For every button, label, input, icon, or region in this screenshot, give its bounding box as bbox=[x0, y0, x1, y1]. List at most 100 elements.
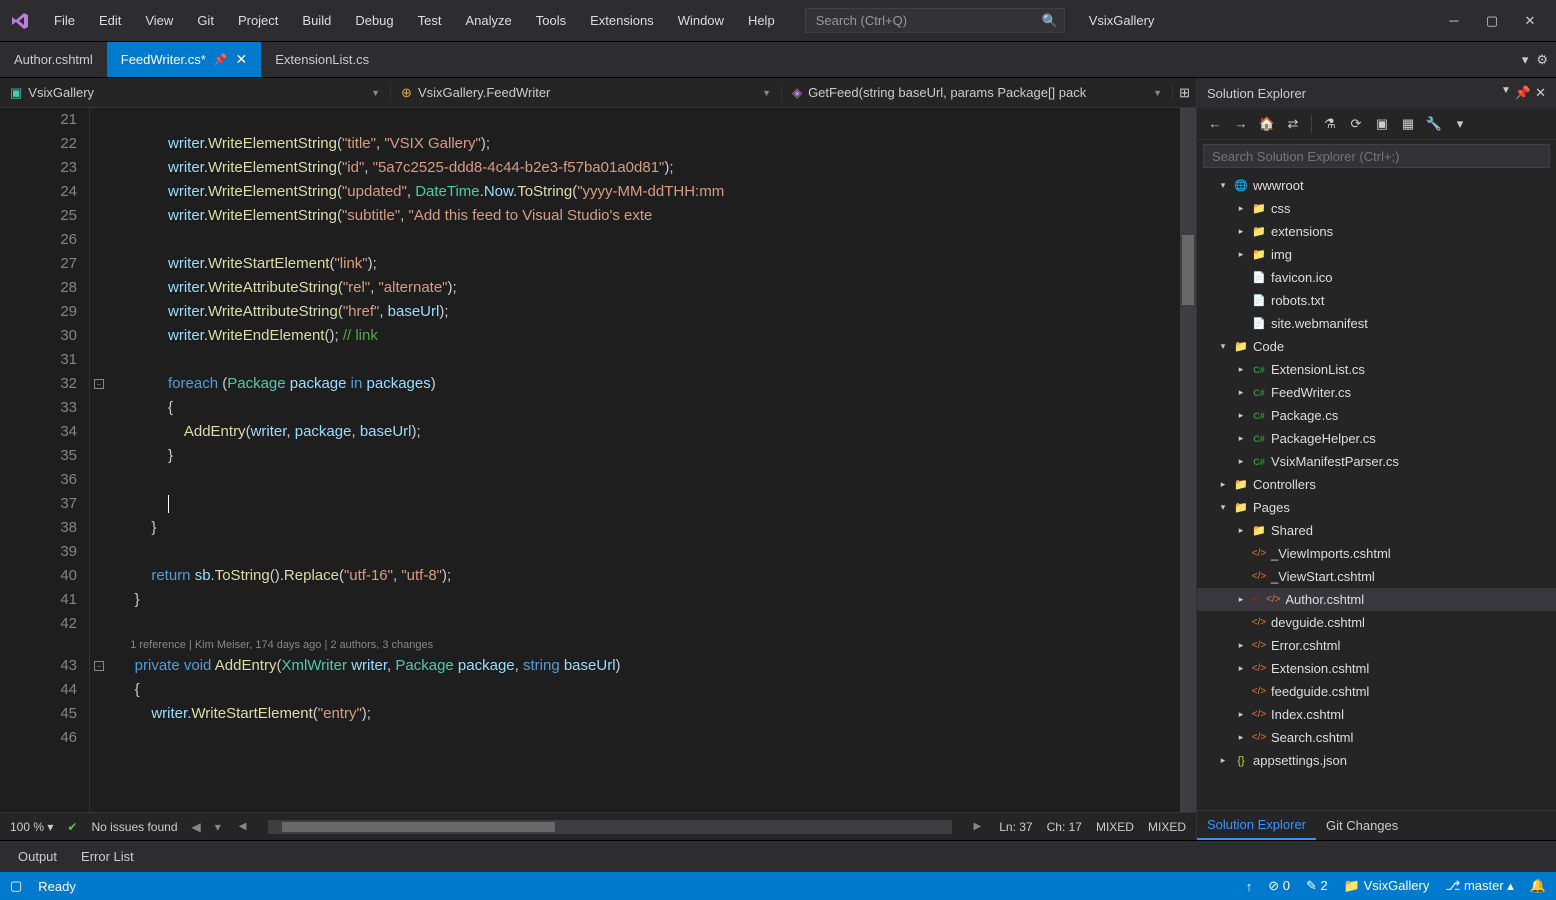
tree-item[interactable]: ▾🌐wwwroot bbox=[1197, 174, 1556, 197]
tree-item[interactable]: ▸{}appsettings.json bbox=[1197, 749, 1556, 772]
code-line[interactable] bbox=[110, 492, 1180, 516]
code-line[interactable]: writer.WriteAttributeString("rel", "alte… bbox=[110, 276, 1180, 300]
tool-window-tab[interactable]: Output bbox=[6, 841, 69, 872]
tree-item[interactable]: ▾📁Code bbox=[1197, 335, 1556, 358]
tree-item[interactable]: ▸</>Extension.cshtml bbox=[1197, 657, 1556, 680]
tree-item[interactable]: ▸✓</>Author.cshtml bbox=[1197, 588, 1556, 611]
nav-class-dropdown[interactable]: ⊕ VsixGallery.FeedWriter ▼ bbox=[391, 85, 782, 101]
warning-count[interactable]: ✎ 2 bbox=[1306, 878, 1328, 894]
menu-file[interactable]: File bbox=[44, 7, 85, 34]
menu-edit[interactable]: Edit bbox=[89, 7, 131, 34]
code-line[interactable]: writer.WriteStartElement("link"); bbox=[110, 252, 1180, 276]
nav-next-icon[interactable]: ▾ bbox=[215, 820, 221, 834]
code-line[interactable] bbox=[110, 108, 1180, 132]
code-line[interactable]: AddEntry(writer, package, baseUrl); bbox=[110, 420, 1180, 444]
pin-icon[interactable]: 📌 bbox=[214, 53, 228, 66]
code-line[interactable]: { bbox=[110, 396, 1180, 420]
zoom-dropdown[interactable]: 100 % ▾ bbox=[10, 820, 53, 834]
branch-name[interactable]: ⎇ master ▴ bbox=[1445, 878, 1513, 894]
vertical-scrollbar[interactable] bbox=[1180, 108, 1196, 812]
solution-search[interactable] bbox=[1197, 140, 1556, 172]
collapse-icon[interactable]: ▣ bbox=[1370, 112, 1394, 136]
add-to-source-icon[interactable]: ↑ bbox=[1246, 879, 1253, 894]
code-line[interactable]: writer.WriteEndElement(); // link bbox=[110, 324, 1180, 348]
code-line[interactable]: } bbox=[110, 588, 1180, 612]
tree-item[interactable]: ▸📁img bbox=[1197, 243, 1556, 266]
tree-expander[interactable]: ▸ bbox=[1235, 640, 1247, 651]
tree-item[interactable]: ▸</>Index.cshtml bbox=[1197, 703, 1556, 726]
repo-name[interactable]: 📁 VsixGallery bbox=[1344, 878, 1430, 894]
code-line[interactable] bbox=[110, 468, 1180, 492]
tree-item[interactable]: ▸📁css bbox=[1197, 197, 1556, 220]
tree-item[interactable]: ▸C#Package.cs bbox=[1197, 404, 1556, 427]
menu-window[interactable]: Window bbox=[668, 7, 734, 34]
code-line[interactable]: } bbox=[110, 444, 1180, 468]
tree-item[interactable]: ▸C#FeedWriter.cs bbox=[1197, 381, 1556, 404]
tree-expander[interactable]: ▾ bbox=[1217, 341, 1229, 352]
tree-item[interactable]: </>feedguide.cshtml bbox=[1197, 680, 1556, 703]
code-editor[interactable]: 2122232425262728293031323334353637383940… bbox=[0, 108, 1196, 812]
code-line[interactable]: writer.WriteElementString("title", "VSIX… bbox=[110, 132, 1180, 156]
tree-item[interactable]: ▸📁Shared bbox=[1197, 519, 1556, 542]
tool-window-tab[interactable]: Error List bbox=[69, 841, 146, 872]
tree-item[interactable]: ▸📁Controllers bbox=[1197, 473, 1556, 496]
code-line[interactable] bbox=[110, 726, 1180, 750]
code-line[interactable]: writer.WriteElementString("updated", Dat… bbox=[110, 180, 1180, 204]
tree-expander[interactable]: ▸ bbox=[1235, 433, 1247, 444]
switch-view-icon[interactable]: ⇄ bbox=[1281, 112, 1305, 136]
tree-expander[interactable]: ▸ bbox=[1235, 364, 1247, 375]
menu-git[interactable]: Git bbox=[187, 7, 224, 34]
code-line[interactable]: } bbox=[110, 516, 1180, 540]
home-icon[interactable]: 🏠 bbox=[1255, 112, 1279, 136]
code-line[interactable]: return sb.ToString().Replace("utf-16", "… bbox=[110, 564, 1180, 588]
tree-expander[interactable]: ▸ bbox=[1235, 525, 1247, 536]
tree-expander[interactable]: ▾ bbox=[1217, 502, 1229, 513]
tree-item[interactable]: </>_ViewImports.cshtml bbox=[1197, 542, 1556, 565]
menu-tools[interactable]: Tools bbox=[526, 7, 576, 34]
code-line[interactable]: writer.WriteElementString("subtitle", "A… bbox=[110, 204, 1180, 228]
tree-expander[interactable]: ▸ bbox=[1217, 755, 1229, 766]
tree-item[interactable]: </>_ViewStart.cshtml bbox=[1197, 565, 1556, 588]
tree-expander[interactable]: ▸ bbox=[1235, 663, 1247, 674]
menu-help[interactable]: Help bbox=[738, 7, 785, 34]
tree-item[interactable]: ▾📁Pages bbox=[1197, 496, 1556, 519]
solution-tree[interactable]: ▾🌐wwwroot▸📁css▸📁extensions▸📁img📄favicon.… bbox=[1197, 172, 1556, 810]
tree-expander[interactable]: ▸ bbox=[1235, 456, 1247, 467]
panel-dropdown-icon[interactable]: ▼ bbox=[1501, 85, 1511, 101]
hscroll-right[interactable]: ▶ bbox=[970, 821, 986, 832]
menu-extensions[interactable]: Extensions bbox=[580, 7, 664, 34]
error-count[interactable]: ⊘ 0 bbox=[1268, 878, 1290, 894]
code-line[interactable] bbox=[110, 348, 1180, 372]
code-line[interactable] bbox=[110, 612, 1180, 636]
quick-search[interactable]: Search (Ctrl+Q) 🔍 bbox=[805, 8, 1065, 33]
forward-icon[interactable]: → bbox=[1229, 112, 1253, 136]
nav-project-dropdown[interactable]: ▣ VsixGallery ▼ bbox=[0, 85, 391, 101]
menu-debug[interactable]: Debug bbox=[345, 7, 403, 34]
close-window-button[interactable]: ✕ bbox=[1520, 11, 1540, 31]
tree-expander[interactable]: ▸ bbox=[1235, 249, 1247, 260]
tree-expander[interactable]: ▸ bbox=[1235, 387, 1247, 398]
sync-icon[interactable]: ⟳ bbox=[1344, 112, 1368, 136]
tree-expander[interactable]: ▸ bbox=[1235, 410, 1247, 421]
filter-icon[interactable]: ⚗ bbox=[1318, 112, 1342, 136]
doc-tab[interactable]: Author.cshtml bbox=[0, 42, 107, 77]
tab-overflow-icon[interactable]: ▾ bbox=[1522, 52, 1529, 68]
tree-item[interactable]: 📄favicon.ico bbox=[1197, 266, 1556, 289]
nav-member-dropdown[interactable]: ◈ GetFeed(string baseUrl, params Package… bbox=[782, 85, 1173, 101]
menu-project[interactable]: Project bbox=[228, 7, 288, 34]
code-line[interactable]: foreach (Package package in packages) bbox=[110, 372, 1180, 396]
tree-item[interactable]: </>devguide.cshtml bbox=[1197, 611, 1556, 634]
code-line[interactable] bbox=[110, 540, 1180, 564]
show-all-icon[interactable]: ▦ bbox=[1396, 112, 1420, 136]
hscroll-left[interactable]: ◀ bbox=[235, 821, 251, 832]
code-line[interactable]: writer.WriteAttributeString("href", base… bbox=[110, 300, 1180, 324]
panel-tab[interactable]: Solution Explorer bbox=[1197, 811, 1316, 840]
panel-pin-icon[interactable]: 📌 bbox=[1515, 85, 1531, 101]
code-line[interactable]: { bbox=[110, 678, 1180, 702]
code-line[interactable] bbox=[110, 228, 1180, 252]
tree-expander[interactable]: ▸ bbox=[1235, 594, 1247, 605]
notifications-icon[interactable]: 🔔 bbox=[1530, 878, 1546, 894]
maximize-button[interactable]: ▢ bbox=[1482, 11, 1502, 31]
minimize-button[interactable]: ─ bbox=[1444, 11, 1464, 31]
close-tab-icon[interactable]: ✕ bbox=[235, 51, 247, 68]
